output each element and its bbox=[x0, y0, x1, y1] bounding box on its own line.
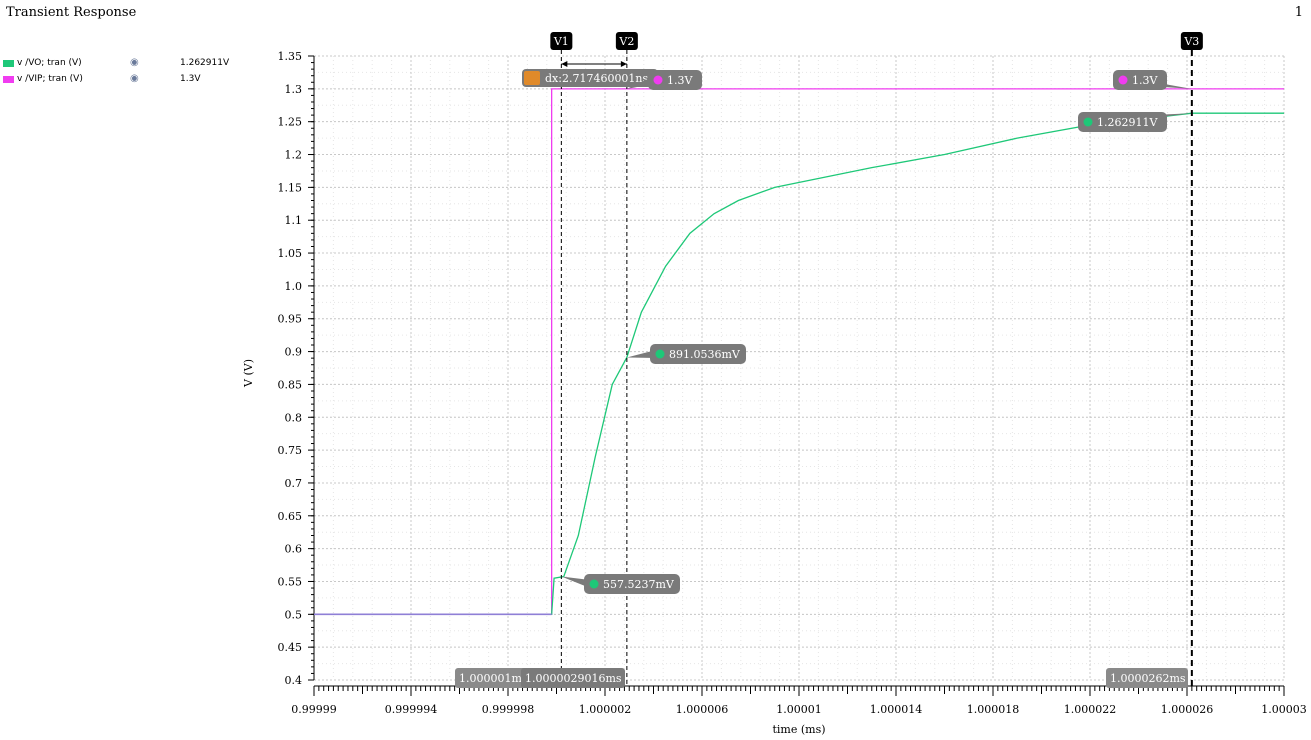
y-tick-label: 1.2 bbox=[285, 149, 303, 162]
callout-vo-v3-text: 1.262911V bbox=[1097, 116, 1158, 129]
x-tick-label: 1.00003 bbox=[1261, 703, 1307, 716]
y-tick-label: 1.0 bbox=[285, 280, 303, 293]
y-axis-label: V (V) bbox=[242, 359, 255, 388]
y-tick-label: 1.35 bbox=[278, 50, 303, 63]
marker-v1-label: V1 bbox=[553, 35, 569, 48]
callout-vo-v2-dot bbox=[655, 349, 665, 359]
y-tick-label: 0.55 bbox=[278, 575, 303, 588]
y-tick-label: 1.05 bbox=[278, 247, 303, 260]
callout-vip-v3-dot bbox=[1118, 75, 1128, 85]
transient-chart[interactable]: 0.4 0.45 0.5 0.55 0.6 0.65 0.7 0.75 0.8 0.85 0.9 0.… bbox=[0, 0, 1311, 740]
x-tick-label: 1.000022 bbox=[1064, 703, 1117, 716]
y-tick-label: 1.25 bbox=[278, 116, 303, 129]
delta-icon bbox=[524, 71, 540, 85]
callout-vo-v3-dot bbox=[1083, 117, 1093, 127]
y-tick-label: 1.3 bbox=[285, 83, 303, 96]
x-axis-label: time (ms) bbox=[772, 723, 825, 736]
callout-vo-v1-dot bbox=[589, 579, 599, 589]
y-tick-label: 0.6 bbox=[285, 543, 303, 556]
callout-vo-v1-text: 557.5237mV bbox=[603, 578, 675, 591]
x-tick-label: 0.999994 bbox=[385, 703, 438, 716]
y-tick-label: 0.45 bbox=[278, 641, 303, 654]
x-tick-label: 1.000018 bbox=[967, 703, 1020, 716]
y-tick-label: 0.8 bbox=[285, 411, 303, 424]
y-tick-label: 1.1 bbox=[285, 214, 303, 227]
x-tick-label: 0.99999 bbox=[291, 703, 337, 716]
callout-vip-v2-text: 1.3V bbox=[667, 74, 693, 87]
y-tick-label: 0.85 bbox=[278, 378, 303, 391]
x-readout-v2: 1.0000029016ms bbox=[525, 672, 622, 685]
y-tick-label: 0.75 bbox=[278, 444, 303, 457]
x-readout-v3: 1.0000262ms bbox=[1110, 672, 1186, 685]
x-tick-label: 1.000002 bbox=[579, 703, 632, 716]
callout-vo-v2-text: 891.0536mV bbox=[669, 348, 741, 361]
delta-arrow-head bbox=[561, 61, 568, 67]
delta-label: dx:2.717460001ns bbox=[545, 72, 649, 85]
callout-vip-v2-dot bbox=[653, 75, 663, 85]
y-tick-label: 0.4 bbox=[285, 674, 303, 687]
x-tick-label: 1.000026 bbox=[1161, 703, 1214, 716]
delta-arrow-head bbox=[620, 61, 627, 67]
y-tick-label: 0.7 bbox=[285, 477, 303, 490]
marker-v2-label: V2 bbox=[618, 35, 634, 48]
y-tick-label: 0.95 bbox=[278, 313, 303, 326]
y-tick-label: 0.5 bbox=[285, 608, 303, 621]
x-readout-v1: 1.000001ms bbox=[459, 672, 528, 685]
callout-vip-v3-text: 1.3V bbox=[1132, 74, 1158, 87]
x-tick-label: 1.000014 bbox=[870, 703, 923, 716]
x-tick-label: 1.00001 bbox=[776, 703, 822, 716]
y-tick-label: 0.9 bbox=[285, 346, 303, 359]
marker-v3-label: V3 bbox=[1183, 35, 1199, 48]
x-tick-label: 0.999998 bbox=[482, 703, 535, 716]
x-tick-label: 1.000006 bbox=[676, 703, 729, 716]
y-tick-label: 1.15 bbox=[278, 181, 303, 194]
y-tick-label: 0.65 bbox=[278, 510, 303, 523]
